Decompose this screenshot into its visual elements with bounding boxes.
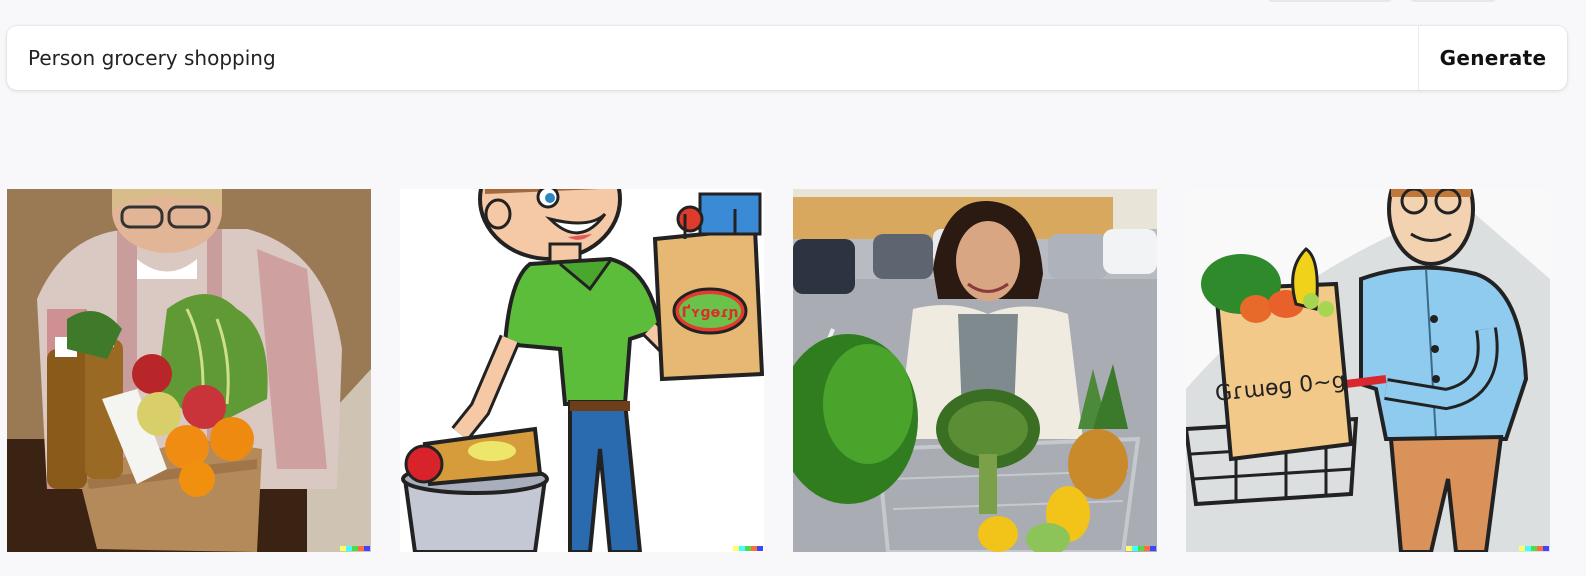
watermark-swatch <box>1150 546 1156 551</box>
top-nav-pill[interactable] <box>1410 0 1496 2</box>
top-nav-pill[interactable] <box>1268 0 1392 2</box>
result-image-2-art: Ґʏɡɵɾɲ <box>400 189 764 552</box>
watermark-swatch <box>1543 546 1549 551</box>
result-image-4[interactable]: Gɾɯɵɡ 0~g <box>1186 189 1550 552</box>
prompt-input[interactable] <box>7 26 1418 90</box>
result-image-2[interactable]: Ґʏɡɵɾɲ <box>400 189 764 552</box>
result-image-1[interactable] <box>7 189 371 552</box>
watermark <box>340 546 370 551</box>
watermark <box>1519 546 1549 551</box>
watermark <box>733 546 763 551</box>
result-image-3-art <box>793 189 1157 552</box>
result-image-1-art <box>7 189 371 552</box>
prompt-bar: Generate <box>7 26 1567 90</box>
watermark-swatch <box>757 546 763 551</box>
watermark <box>1126 546 1156 551</box>
result-image-4-art: Gɾɯɵɡ 0~g <box>1186 189 1550 552</box>
result-image-3[interactable] <box>793 189 1157 552</box>
generate-button[interactable]: Generate <box>1419 26 1567 90</box>
bag-label: Ґʏɡɵɾɲ <box>681 304 738 321</box>
watermark-swatch <box>364 546 370 551</box>
